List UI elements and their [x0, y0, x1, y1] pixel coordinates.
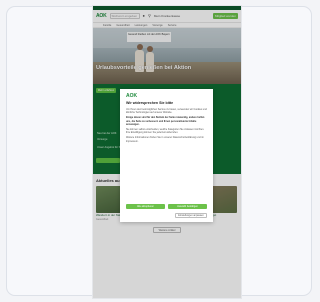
- consent-dialog: AOK Wir widersprechen Sie bitte Um Ihnen…: [120, 89, 213, 222]
- consent-actions: Alle akzeptieren Auswahl bestätigen: [126, 204, 207, 209]
- consent-paragraph: Sie können selbst entscheiden, welche Ka…: [126, 128, 205, 135]
- consent-title: Wir widersprechen Sie bitte: [126, 101, 174, 105]
- consent-paragraph: Weitere Informationen finden Sie in unse…: [126, 136, 204, 143]
- consent-settings-button[interactable]: Einstellungen anpassen: [175, 213, 207, 218]
- accept-all-button[interactable]: Alle akzeptieren: [126, 204, 165, 209]
- consent-paragraph: Um Ihnen den bestmöglichen Service zu bi…: [126, 108, 207, 115]
- web-page: AOK Stichwort eingeben ● ⚲ Mein Krankenk…: [93, 6, 241, 298]
- accept-selected-button[interactable]: Auswahl bestätigen: [168, 204, 207, 209]
- consent-logo: AOK: [126, 93, 138, 99]
- consent-paragraph: Einige davon sind für den Betrieb der Se…: [126, 116, 205, 126]
